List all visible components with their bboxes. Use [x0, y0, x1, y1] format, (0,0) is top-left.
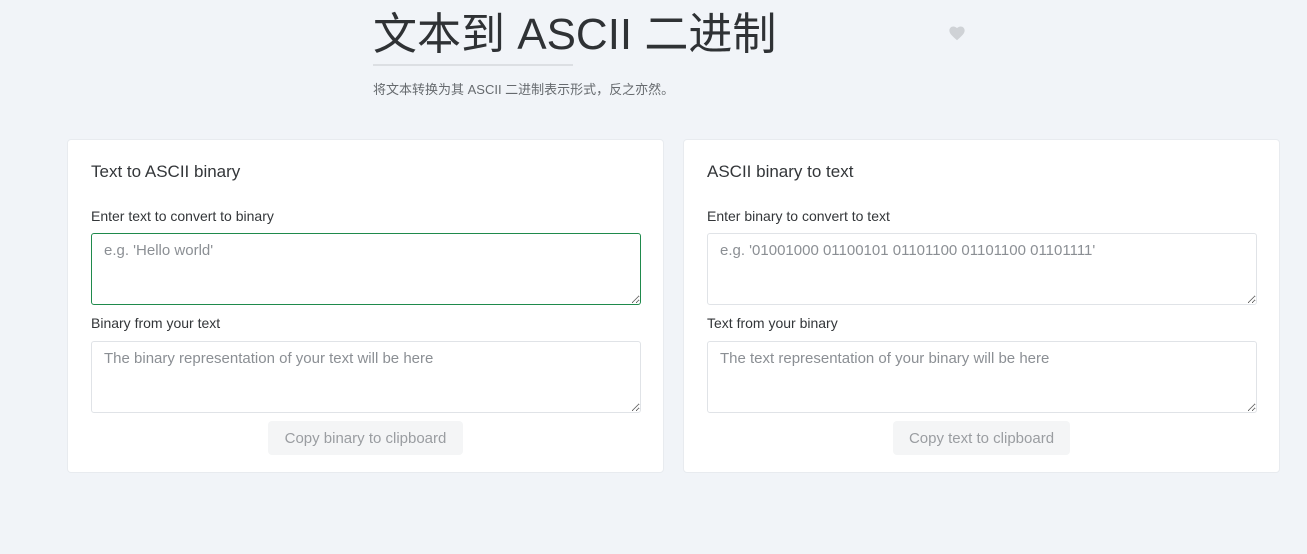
binary-output-label: Binary from your text — [91, 315, 221, 331]
page: 文本到 ASCII 二进制 将文本转换为其 ASCII 二进制表示形式，反之亦然… — [0, 0, 1307, 554]
page-subtitle: 将文本转换为其 ASCII 二进制表示形式，反之亦然。 — [373, 82, 675, 97]
text-output-label: Text from your binary — [707, 315, 838, 331]
page-title: 文本到 ASCII 二进制 — [373, 10, 777, 59]
card-title: ASCII binary to text — [707, 162, 854, 181]
heart-icon — [949, 26, 965, 41]
binary-output-field[interactable] — [91, 341, 641, 413]
binary-input-label: Enter binary to convert to text — [707, 208, 890, 224]
text-output-field[interactable] — [707, 341, 1257, 413]
text-input-field[interactable] — [91, 233, 641, 305]
page-header: 文本到 ASCII 二进制 将文本转换为其 ASCII 二进制表示形式，反之亦然… — [373, 4, 973, 98]
favorite-button[interactable] — [948, 25, 966, 41]
card-title: Text to ASCII binary — [91, 162, 241, 181]
binary-to-text-card: ASCII binary to text Enter binary to con… — [683, 139, 1280, 473]
copy-text-button[interactable]: Copy text to clipboard — [893, 421, 1070, 455]
copy-binary-button[interactable]: Copy binary to clipboard — [268, 421, 463, 455]
text-to-binary-card: Text to ASCII binary Enter text to conve… — [67, 139, 664, 473]
binary-input-field[interactable] — [707, 233, 1257, 305]
text-input-label: Enter text to convert to binary — [91, 208, 274, 224]
